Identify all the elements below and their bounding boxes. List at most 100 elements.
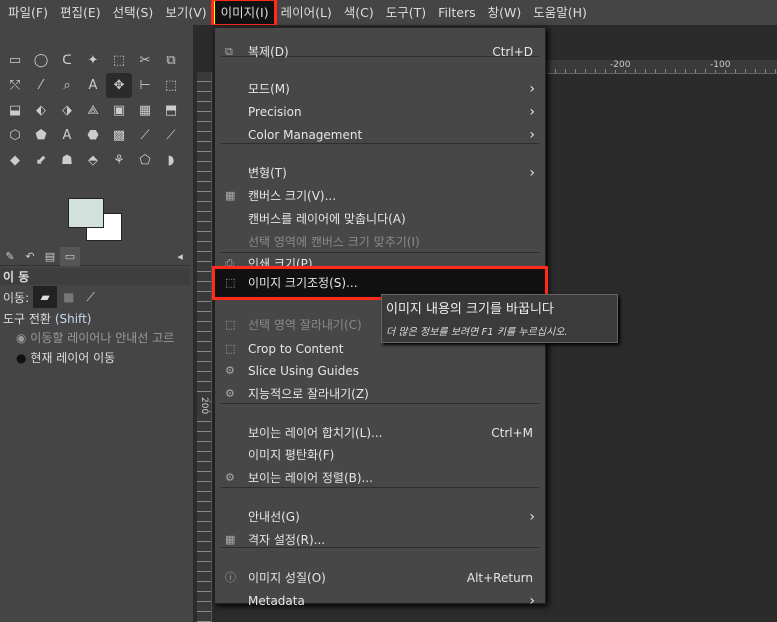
move-label: 이동: bbox=[3, 290, 30, 305]
submenu-arrow-icon: › bbox=[529, 127, 535, 143]
menu-5[interactable]: 레이어(L) bbox=[275, 0, 338, 25]
tool-1-icon[interactable]: ◯ bbox=[28, 48, 54, 73]
tool-3-icon[interactable]: ✦ bbox=[80, 48, 106, 73]
ruler-label: -200 bbox=[608, 60, 631, 70]
menu-item-label: 캔버스 크기(V)... bbox=[248, 189, 337, 203]
submenu-arrow-icon: › bbox=[529, 509, 535, 525]
tool-33-icon[interactable]: ⬠ bbox=[132, 148, 158, 173]
tab-layers-icon[interactable]: ▤ bbox=[40, 247, 60, 266]
menu-7[interactable]: 도구(T) bbox=[380, 0, 432, 25]
menu-item[interactable]: ⚙ 지능적으로 잘라내기(Z) bbox=[215, 383, 545, 405]
left-ruler: 200 bbox=[197, 72, 212, 622]
menu-item[interactable]: Color Management › bbox=[215, 124, 545, 146]
menu-9[interactable]: 창(W) bbox=[482, 0, 528, 25]
panel-menu-icon[interactable]: ◂ bbox=[170, 247, 190, 266]
tool-34-icon[interactable]: ◗ bbox=[158, 148, 184, 173]
tool-19-icon[interactable]: ▦ bbox=[132, 98, 158, 123]
tool-toggle-label: 도구 전환 bbox=[3, 312, 51, 326]
tool-23-icon[interactable]: A bbox=[54, 123, 80, 148]
menu-2[interactable]: 선택(S) bbox=[107, 0, 160, 25]
menu-item[interactable]: 변형(T) › bbox=[215, 162, 545, 184]
info-icon: ⓘ bbox=[225, 571, 236, 584]
tool-4-icon[interactable]: ⬚ bbox=[106, 48, 132, 73]
tool-2-icon[interactable]: ᑕ bbox=[54, 48, 80, 73]
tool-18-icon[interactable]: ▣ bbox=[106, 98, 132, 123]
menu-item-label: Color Management bbox=[248, 128, 363, 142]
menu-item[interactable]: Metadata › bbox=[215, 590, 545, 612]
menu-item-label: 안내선(G) bbox=[248, 510, 300, 524]
tool-28-icon[interactable]: ◆ bbox=[2, 148, 28, 173]
menu-10[interactable]: 도움말(H) bbox=[527, 0, 593, 25]
menu-item[interactable]: 이미지 평탄화(F) bbox=[215, 444, 545, 466]
tool-20-icon[interactable]: ⬒ bbox=[158, 98, 184, 123]
foreground-color[interactable] bbox=[68, 198, 104, 228]
tool-5-icon[interactable]: ✂ bbox=[132, 48, 158, 73]
menu-6[interactable]: 색(C) bbox=[338, 0, 380, 25]
tool-grid: ▭ ◯ ᑕ ✦ ⬚ ✂ ⧉ ⤲ ⁄ ⌕ A ✥ ⊢ ⬚ ⬓ ⬖ ⬗ ⟁ ▣ ▦ ⬒ ⬡ ⬟ A ⬣ ▩ ⟋ ⟋ ◆ ⬋ ☗ ⬘ ⚘ ⬠ ◗ bbox=[2, 48, 184, 173]
menu-item-label: 격자 설정(R)... bbox=[248, 533, 326, 547]
menu-item-label: 보이는 레이어 합치기(L)... bbox=[248, 426, 383, 440]
radio-active-layer[interactable]: ● 현재 레이어 이동 bbox=[0, 348, 190, 368]
tool-12-icon[interactable]: ⊢ bbox=[132, 73, 158, 98]
tool-26-icon[interactable]: ⟋ bbox=[132, 123, 158, 148]
tab-tool-options-icon[interactable]: ✎ bbox=[0, 247, 20, 266]
move-selection-icon[interactable]: ■ bbox=[63, 290, 74, 304]
radio-pick-layer[interactable]: ◉ 이동할 레이어나 안내선 고르 bbox=[0, 328, 190, 348]
menu-item[interactable]: ⓘ 이미지 성질(O) Alt+Return bbox=[215, 567, 545, 589]
menu-4[interactable]: 이미지(I) bbox=[210, 0, 277, 27]
tool-29-icon[interactable]: ⬋ bbox=[28, 148, 54, 173]
menu-item[interactable]: 캔버스를 레이어에 맞춥니다(A) bbox=[215, 208, 545, 230]
tab-images-icon[interactable]: ▭ bbox=[60, 247, 80, 266]
menu-item-label: 보이는 레이어 정렬(B)... bbox=[248, 471, 373, 485]
tool-13-icon[interactable]: ⬚ bbox=[158, 73, 184, 98]
menu-item[interactable]: ▦ 캔버스 크기(V)... bbox=[215, 185, 545, 207]
tool-9-icon[interactable]: ⌕ bbox=[54, 73, 80, 98]
tool-22-icon[interactable]: ⬟ bbox=[28, 123, 54, 148]
menu-item[interactable]: ▦ 격자 설정(R)... bbox=[215, 529, 545, 551]
menu-item-label: 이미지 크기조정(S)... bbox=[248, 276, 358, 290]
tool-7-icon[interactable]: ⤲ bbox=[2, 73, 28, 98]
menu-8[interactable]: Filters bbox=[432, 0, 481, 25]
move-path-icon[interactable]: ⟋ bbox=[86, 290, 94, 305]
menu-item-label: Crop to Content bbox=[248, 342, 344, 356]
tool-8-icon[interactable]: ⁄ bbox=[28, 73, 54, 98]
radio-active-layer-label: 현재 레이어 이동 bbox=[30, 351, 116, 365]
menu-0[interactable]: 파일(F) bbox=[2, 0, 54, 25]
tool-6-icon[interactable]: ⧉ bbox=[158, 48, 184, 73]
menu-item-label: 복제(D) bbox=[248, 45, 289, 59]
radio-pick-layer-label: 이동할 레이어나 안내선 고르 bbox=[30, 331, 175, 345]
tool-10-icon[interactable]: A bbox=[80, 73, 106, 98]
menu-shortcut: Ctrl+D bbox=[492, 45, 533, 59]
crop-icon: ⬚ bbox=[225, 318, 236, 331]
tool-31-icon[interactable]: ⬘ bbox=[80, 148, 106, 173]
tool-14-icon[interactable]: ⬓ bbox=[2, 98, 28, 123]
menu-item[interactable]: ⚙ Slice Using Guides bbox=[215, 360, 545, 382]
menu-item[interactable]: ⚙ 보이는 레이어 정렬(B)... bbox=[215, 467, 545, 489]
menu-item-label: 선택 영역 잘라내기(C) bbox=[248, 318, 362, 332]
menu-item[interactable]: ⧉ 복제(D) Ctrl+D bbox=[215, 41, 545, 63]
menu-item[interactable]: 보이는 레이어 합치기(L)... Ctrl+M bbox=[215, 422, 545, 444]
tool-17-icon[interactable]: ⟁ bbox=[80, 98, 106, 123]
menu-3[interactable]: 보기(V) bbox=[159, 0, 212, 25]
menu-item[interactable]: 안내선(G) › bbox=[215, 506, 545, 528]
gear-icon: ⚙ bbox=[225, 471, 235, 484]
tool-0-icon[interactable]: ▭ bbox=[2, 48, 28, 73]
tool-24-icon[interactable]: ⬣ bbox=[80, 123, 106, 148]
tool-25-icon[interactable]: ▩ bbox=[106, 123, 132, 148]
menu-1[interactable]: 편집(E) bbox=[54, 0, 107, 25]
tool-11-icon[interactable]: ✥ bbox=[106, 73, 132, 98]
menu-item[interactable]: Precision › bbox=[215, 101, 545, 123]
tool-21-icon[interactable]: ⬡ bbox=[2, 123, 28, 148]
tool-30-icon[interactable]: ☗ bbox=[54, 148, 80, 173]
tool-15-icon[interactable]: ⬖ bbox=[28, 98, 54, 123]
tool-32-icon[interactable]: ⚘ bbox=[106, 148, 132, 173]
move-layer-icon[interactable]: ▰ bbox=[33, 286, 58, 308]
menu-item: 선택 영역에 캔버스 크기 맞추기(I) bbox=[215, 231, 545, 253]
menu-item[interactable]: ⬚ 이미지 크기조정(S)... bbox=[212, 266, 548, 300]
tab-undo-icon[interactable]: ↶ bbox=[20, 247, 40, 266]
tool-27-icon[interactable]: ⟋ bbox=[158, 123, 184, 148]
tool-16-icon[interactable]: ⬗ bbox=[54, 98, 80, 123]
menu-item-label: 이미지 성질(O) bbox=[248, 571, 326, 585]
menu-item[interactable]: 모드(M) › bbox=[215, 78, 545, 100]
top-ruler: -200 -100 bbox=[546, 60, 777, 74]
